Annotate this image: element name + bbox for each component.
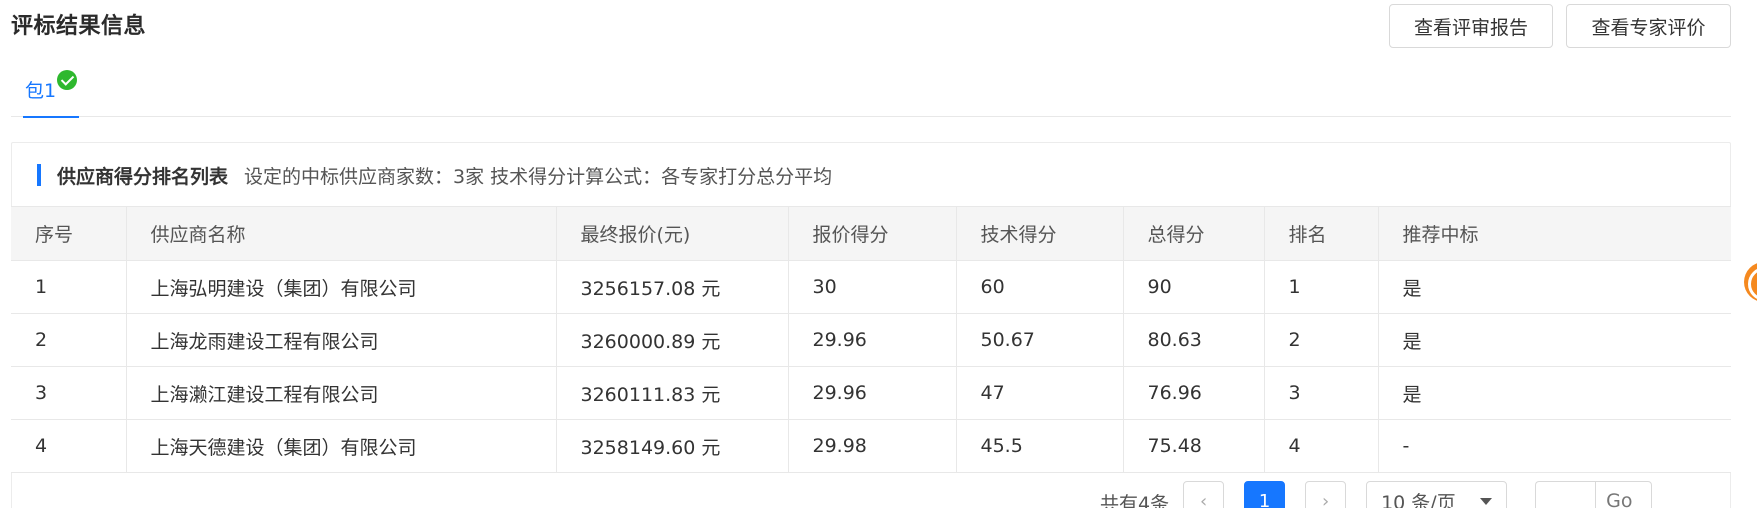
table-cell: 29.98 <box>788 419 957 473</box>
table-cell: 1 <box>11 260 127 314</box>
go-button[interactable]: Go <box>1595 481 1653 508</box>
table-cell: 3 <box>1264 366 1379 420</box>
table-row: 3 上海濑江建设工程有限公司 3260111.83 元 29.96 47 76.… <box>11 366 1731 420</box>
column-header: 总得分 <box>1123 206 1265 261</box>
table-row: 2 上海龙雨建设工程有限公司 3260000.89 元 29.96 50.67 … <box>11 313 1731 367</box>
ranking-table: 序号 供应商名称 最终报价(元) 报价得分 技术得分 总得分 排名 推荐中标 1… <box>11 206 1731 473</box>
table-cell: 50.67 <box>956 313 1124 367</box>
column-header: 报价得分 <box>788 206 957 261</box>
table-cell: 1 <box>1264 260 1379 314</box>
column-header: 技术得分 <box>956 206 1124 261</box>
table-cell: 80.63 <box>1123 313 1265 367</box>
column-header: 排名 <box>1264 206 1379 261</box>
column-header: 推荐中标 <box>1378 206 1731 261</box>
pagination: 共有4条 ‹ 1 › 10 条/页 Go <box>1100 481 1653 508</box>
table-cell: 3 <box>11 366 127 420</box>
view-report-button[interactable]: 查看评审报告 <box>1389 4 1553 48</box>
tab-label: 包1 <box>25 80 57 102</box>
panel-description: 设定的中标供应商家数：3家 技术得分计算公式：各专家打分总分平均 <box>244 165 833 188</box>
panel-title: 供应商得分排名列表 <box>57 165 229 188</box>
table-cell: 上海濑江建设工程有限公司 <box>126 366 557 420</box>
table-cell: 2 <box>1264 313 1379 367</box>
table-cell: 45.5 <box>956 419 1124 473</box>
chevron-down-icon <box>1480 498 1493 505</box>
tab-active-indicator <box>23 116 80 118</box>
table-cell: 76.96 <box>1123 366 1265 420</box>
total-count: 共有4条 <box>1100 492 1170 508</box>
table-cell: 3260000.89 元 <box>556 313 789 367</box>
view-expert-review-button[interactable]: 查看专家评价 <box>1566 4 1731 48</box>
table-cell: 上海天德建设（集团）有限公司 <box>126 419 557 473</box>
page-jump-input[interactable] <box>1535 481 1596 508</box>
table-cell: 上海弘明建设（集团）有限公司 <box>126 260 557 314</box>
table-cell: 3256157.08 元 <box>556 260 789 314</box>
tab-bar: 包1 <box>11 66 1731 118</box>
table-header-row: 序号 供应商名称 最终报价(元) 报价得分 技术得分 总得分 排名 推荐中标 <box>11 206 1731 261</box>
table-cell: 3260111.83 元 <box>556 366 789 420</box>
table-cell: 3258149.60 元 <box>556 419 789 473</box>
table-cell: 30 <box>788 260 957 314</box>
tab-package-1[interactable]: 包1 <box>23 66 80 118</box>
table-cell: 60 <box>956 260 1124 314</box>
section-marker <box>37 164 41 186</box>
table-cell: 是 <box>1378 366 1731 420</box>
table-cell: 75.48 <box>1123 419 1265 473</box>
panel-header: 供应商得分排名列表 设定的中标供应商家数：3家 技术得分计算公式：各专家打分总分… <box>12 143 1730 207</box>
table-cell: 是 <box>1378 260 1731 314</box>
table-cell: 4 <box>1264 419 1379 473</box>
table-cell: 上海龙雨建设工程有限公司 <box>126 313 557 367</box>
floating-help-button[interactable] <box>1744 262 1757 302</box>
table-cell: 29.96 <box>788 313 957 367</box>
check-circle-icon <box>57 70 78 90</box>
page-size-value: 10 条/页 <box>1381 491 1456 508</box>
page-title: 评标结果信息 <box>11 14 147 39</box>
table-cell: 29.96 <box>788 366 957 420</box>
next-page-button[interactable]: › <box>1305 481 1347 508</box>
prev-page-button[interactable]: ‹ <box>1183 481 1225 508</box>
page-1-button[interactable]: 1 <box>1244 481 1286 508</box>
table-cell: 4 <box>11 419 127 473</box>
page-size-select[interactable]: 10 条/页 <box>1366 481 1508 508</box>
chevron-left-icon: ‹ <box>1199 490 1208 508</box>
table-cell: 90 <box>1123 260 1265 314</box>
ranking-panel: 供应商得分排名列表 设定的中标供应商家数：3家 技术得分计算公式：各专家打分总分… <box>11 142 1731 508</box>
table-cell: 47 <box>956 366 1124 420</box>
table-cell: 是 <box>1378 313 1731 367</box>
table-row: 4 上海天德建设（集团）有限公司 3258149.60 元 29.98 45.5… <box>11 419 1731 473</box>
chevron-right-icon: › <box>1321 490 1330 508</box>
table-cell: 2 <box>11 313 127 367</box>
table-row: 1 上海弘明建设（集团）有限公司 3256157.08 元 30 60 90 1… <box>11 260 1731 314</box>
table-cell: - <box>1378 419 1731 473</box>
column-header: 供应商名称 <box>126 206 557 261</box>
column-header: 最终报价(元) <box>556 206 789 261</box>
column-header: 序号 <box>11 206 127 261</box>
